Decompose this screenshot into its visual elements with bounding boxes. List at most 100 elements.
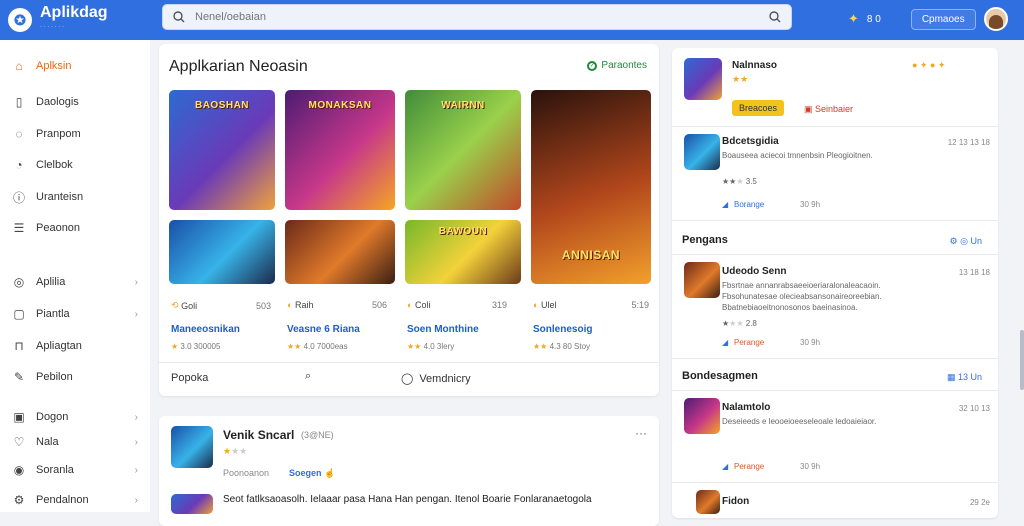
post3-title[interactable]: Nalamtolo bbox=[722, 402, 770, 413]
clock-icon: ◔ bbox=[15, 158, 23, 172]
sidebar-item-3[interactable]: ◔ Clelbok bbox=[0, 153, 150, 177]
post1-title[interactable]: Bdcetsgidia bbox=[722, 136, 779, 147]
popular-link[interactable]: Popoka bbox=[171, 372, 208, 384]
sidebar-item-7[interactable]: ▢ Piantla › bbox=[0, 302, 150, 326]
featured-card: Applkarian Neoasin ✓ Paraontes BAOSHAN M… bbox=[159, 44, 659, 396]
review-thumb-2 bbox=[171, 494, 213, 514]
doc-icon: ▯ bbox=[15, 95, 23, 109]
game-rating-4: ★★ 4.3 80 Stoy bbox=[533, 342, 591, 351]
sidebar-item-1[interactable]: ▯ Daologis bbox=[0, 90, 150, 114]
post1-thumb[interactable] bbox=[684, 134, 720, 170]
review-meta: Poonoanon bbox=[223, 468, 270, 478]
game-tile-2[interactable]: MONAKSAN bbox=[285, 90, 395, 210]
search-input[interactable] bbox=[195, 11, 769, 23]
game-name-3[interactable]: Soen Monthine bbox=[407, 324, 479, 335]
sidebar-item-9[interactable]: ✎ Pebilon bbox=[0, 365, 150, 389]
review-name[interactable]: Venik Sncarl bbox=[223, 428, 294, 442]
settings-icon: ⚙ ◎ bbox=[949, 236, 968, 246]
post2-text: Fbsrtnae annanrabsaeeioeriaralonaleacaoi… bbox=[722, 281, 882, 312]
review-stars: ★★★ bbox=[223, 446, 248, 456]
top-item-thumb[interactable] bbox=[684, 58, 722, 100]
avatar[interactable] bbox=[983, 7, 1008, 31]
post4-title[interactable]: Fidon bbox=[722, 496, 749, 507]
top-item-title[interactable]: Nalnnaso bbox=[732, 60, 777, 71]
sidebar-item-12[interactable]: ◉ Soranla › bbox=[0, 458, 150, 482]
share-icon: ◢ bbox=[722, 462, 729, 471]
top-item-link[interactable]: ▣ Seinbaier bbox=[804, 104, 853, 115]
sidebar-item-0[interactable]: ⌂ Aplksin bbox=[0, 54, 150, 78]
game-meta-3: ◐ Coli 319 bbox=[407, 300, 507, 310]
game-tile-3[interactable]: WAIRNN bbox=[405, 90, 521, 210]
top-item-button[interactable]: Breacoes bbox=[732, 100, 785, 116]
post1-time: 30 9h bbox=[800, 200, 821, 209]
post3-stats: 32 10 13 bbox=[958, 404, 990, 413]
post1-link[interactable]: ◢ Borange bbox=[722, 200, 764, 209]
search-submit-icon[interactable] bbox=[769, 11, 781, 23]
pin-icon[interactable]: ⌕ bbox=[305, 370, 311, 383]
post3-thumb[interactable] bbox=[684, 398, 720, 434]
featured-title: Applkarian Neoasin bbox=[169, 58, 308, 75]
sidebar: ⌂ Aplksin ▯ Daologis ◌ Pranpom ◔ Clelbok ⓘ Ur… bbox=[0, 40, 150, 512]
featured-badge[interactable]: ✓ Paraontes bbox=[587, 60, 647, 71]
top-actions: ✦ 8 0 Cpmaoes bbox=[848, 7, 1008, 31]
sidebar-item-2[interactable]: ◌ Pranpom bbox=[0, 122, 150, 146]
sidebar-item-11[interactable]: ♡ Nala › bbox=[0, 430, 150, 454]
sidebar-item-6[interactable]: ◎ Aplilia › bbox=[0, 270, 150, 294]
post4-thumb[interactable] bbox=[696, 490, 720, 514]
app-name: Aplikdag bbox=[40, 4, 108, 21]
chat-icon: ◌ bbox=[15, 127, 23, 141]
sidebar-item-8[interactable]: ⊓ Apliagtan bbox=[0, 334, 150, 358]
game-meta-2: ◐ Raih 506 bbox=[287, 300, 387, 310]
game-tile-5[interactable] bbox=[169, 220, 275, 284]
game-tile-4[interactable]: ANNISAN bbox=[531, 90, 651, 284]
scrollbar[interactable] bbox=[1020, 330, 1024, 390]
section-bondesagmen-link[interactable]: ▦ 13 Un bbox=[947, 372, 982, 383]
sidebar-item-5[interactable]: ☰ Peaonon bbox=[0, 216, 150, 240]
thumb-up-icon: ☝ bbox=[324, 468, 336, 478]
review-link[interactable]: Soegen ☝ bbox=[289, 468, 335, 479]
game-name-4[interactable]: Sonlenesoig bbox=[533, 324, 592, 335]
gear-icon: ⚙ bbox=[13, 493, 25, 507]
notification-count: 8 0 bbox=[866, 13, 881, 25]
notification-icon[interactable]: ✦ bbox=[848, 11, 859, 27]
game-rating-2: ★★ 4.0 7000eas bbox=[287, 342, 348, 351]
section-pengans-link[interactable]: ⚙ ◎ Un bbox=[950, 236, 982, 247]
game-rating-3: ★★ 4.0 3lery bbox=[407, 342, 455, 351]
box-icon: ▣ bbox=[13, 410, 25, 424]
review-text: Seot fatlksaoasolh. Ielaaar pasa Hana Ha… bbox=[223, 494, 592, 505]
post2-link[interactable]: ◢ Perange bbox=[722, 338, 764, 347]
game-tile-7[interactable]: BAWOUN bbox=[405, 220, 521, 284]
app-logo[interactable]: ✪ Aplikdag · · · · · · · bbox=[0, 4, 160, 34]
section-pengans-title: Pengans bbox=[682, 234, 728, 246]
chevron-right-icon: › bbox=[134, 411, 138, 423]
post3-link[interactable]: ◢ Perange bbox=[722, 462, 764, 471]
top-action-button[interactable]: Cpmaoes bbox=[910, 8, 976, 30]
sidebar-item-10[interactable]: ▣ Dogon › bbox=[0, 405, 150, 429]
sidebar-item-13[interactable]: ⚙ Pendalnon › bbox=[0, 488, 150, 512]
review-game-thumb[interactable] bbox=[171, 426, 213, 468]
comment-icon: ◯ bbox=[401, 373, 414, 385]
info-icon: ⓘ bbox=[12, 190, 25, 205]
game-name-2[interactable]: Veasne 6 Riana bbox=[287, 324, 360, 335]
post1-text: Boauseea aciecoi tmnenbsin Pleogioitnen. bbox=[722, 151, 873, 160]
post1-rating: ★★★ 3.5 bbox=[722, 177, 757, 186]
post2-rating: ★★★ 2.8 bbox=[722, 319, 757, 328]
chevron-right-icon: › bbox=[134, 308, 138, 320]
game-tile-1[interactable]: BAOSHAN bbox=[169, 90, 275, 210]
user-icon: ◉ bbox=[13, 463, 25, 477]
star-icon: ★★ bbox=[407, 342, 422, 351]
star-icon: ★ bbox=[171, 342, 179, 351]
post2-title[interactable]: Udeodo Senn bbox=[722, 266, 786, 277]
post2-thumb[interactable] bbox=[684, 262, 720, 298]
more-options-icon[interactable]: ··· bbox=[635, 426, 647, 440]
heart-icon: ♡ bbox=[13, 435, 25, 449]
square-icon: ▢ bbox=[13, 307, 25, 321]
game-name-1[interactable]: Maneeosnikan bbox=[171, 324, 240, 335]
post2-stats: 13 18 18 bbox=[958, 268, 990, 277]
review-card: Venik Sncarl (3@NE) ★★★ ··· Poonoanon So… bbox=[159, 416, 659, 526]
game-tile-6[interactable] bbox=[285, 220, 395, 284]
search-icon bbox=[173, 11, 185, 23]
sidebar-item-4[interactable]: ⓘ Uranteisn bbox=[0, 185, 150, 209]
comments-link[interactable]: ◯ Vemdnicry bbox=[401, 372, 471, 386]
star-icon: ★★ bbox=[533, 342, 548, 351]
